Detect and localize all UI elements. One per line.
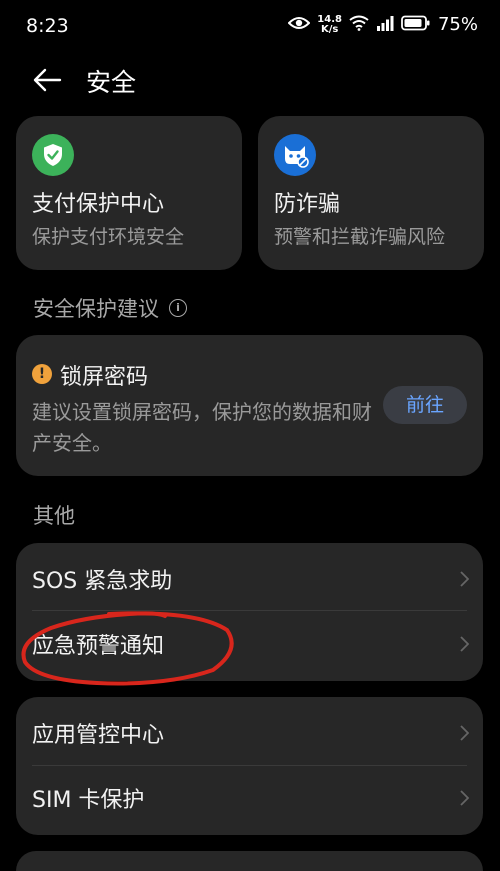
suggestion-section-label: 安全保护建议	[33, 297, 159, 321]
network-speed-value: 14.8	[317, 13, 342, 25]
signal-icon	[376, 15, 394, 35]
warning-icon: !	[32, 364, 52, 384]
lock-password-description: 建议设置锁屏密码，保护您的数据和财产安全。	[32, 400, 372, 455]
payment-protection-title: 支付保护中心	[32, 192, 165, 217]
payment-protection-subtitle: 保护支付环境安全	[32, 226, 185, 248]
anti-fraud-card[interactable]: 防诈骗 预警和拦截诈骗风险	[258, 116, 484, 270]
sos-row[interactable]: SOS 紧急求助	[16, 546, 483, 612]
payment-protection-card[interactable]: 支付保护中心 保护支付环境安全	[16, 116, 242, 270]
suggestion-section-header: 安全保护建议 i	[33, 293, 187, 323]
other-section-label: 其他	[33, 504, 75, 528]
lock-password-card: ! 锁屏密码 建议设置锁屏密码，保护您的数据和财产安全。 前往	[16, 335, 483, 476]
battery-icon	[401, 15, 431, 35]
info-icon[interactable]: i	[169, 299, 187, 317]
app-control-row[interactable]: 应用管控中心	[16, 700, 483, 766]
sim-protection-row[interactable]: SIM 卡保护	[16, 765, 483, 831]
app-control-label: 应用管控中心	[32, 723, 165, 748]
network-speed-unit: K/s	[320, 23, 339, 35]
other-section-header: 其他	[33, 500, 75, 530]
sim-protection-label: SIM 卡保护	[32, 788, 145, 813]
status-icons: 14.8 K/s 75%	[287, 13, 478, 35]
battery-percent: 75%	[437, 14, 478, 35]
eye-icon	[287, 15, 311, 34]
anti-fraud-title: 防诈骗	[274, 192, 341, 217]
emergency-alert-label: 应急预警通知	[32, 634, 165, 659]
chevron-right-icon	[460, 790, 470, 810]
lock-password-title: 锁屏密码	[60, 365, 149, 390]
wifi-icon	[349, 15, 369, 35]
app-bar: 安全	[0, 55, 500, 105]
back-arrow-icon[interactable]	[32, 67, 62, 97]
anti-fraud-icon	[274, 134, 316, 176]
chevron-right-icon	[460, 571, 470, 591]
network-speed: 14.8 K/s	[317, 13, 342, 35]
other-settings-group: SOS 紧急求助 应急预警通知	[16, 543, 483, 681]
next-settings-group	[16, 851, 483, 871]
page-title: 安全	[86, 68, 137, 97]
status-time: 8:23	[26, 15, 69, 37]
sos-label: SOS 紧急求助	[32, 569, 173, 594]
anti-fraud-subtitle: 预警和拦截诈骗风险	[274, 226, 446, 248]
chevron-right-icon	[460, 636, 470, 656]
app-control-group: 应用管控中心 SIM 卡保护	[16, 697, 483, 835]
emergency-alert-row[interactable]: 应急预警通知	[16, 611, 483, 677]
go-button[interactable]: 前往	[383, 386, 467, 424]
shield-check-icon	[32, 134, 74, 176]
chevron-right-icon	[460, 725, 470, 745]
status-bar: 8:23 14.8 K/s 75%	[0, 0, 500, 52]
